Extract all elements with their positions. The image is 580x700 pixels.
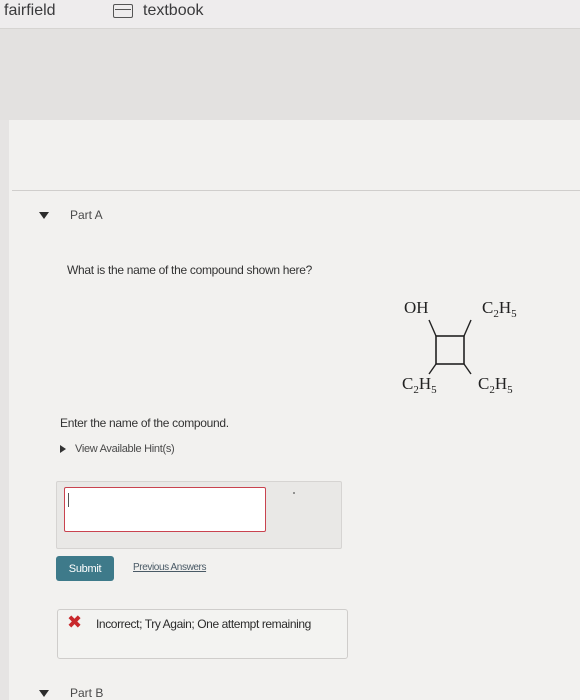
feedback-text: Incorrect; Try Again; One attempt remain… <box>96 617 311 631</box>
bookmarks-bar: fairfield textbook <box>0 0 580 29</box>
instruction-text: Enter the name of the compound. <box>60 416 229 430</box>
left-gutter <box>0 120 9 700</box>
divider <box>12 190 580 191</box>
header-band <box>0 29 580 120</box>
bookmark-label: textbook <box>143 2 204 19</box>
bookmark-label: fairfield <box>4 2 56 19</box>
bond-line <box>463 319 472 337</box>
bookmark-textbook[interactable]: textbook <box>113 0 203 22</box>
bond-line <box>428 363 437 375</box>
view-hints-toggle[interactable]: View Available Hint(s) <box>60 443 175 455</box>
ethyl-top-right-label: C2H5 <box>482 298 517 320</box>
submit-button[interactable]: Submit <box>56 556 114 581</box>
oh-label: OH <box>404 298 429 317</box>
bond-line <box>428 319 437 337</box>
incorrect-x-icon: ✖ <box>67 612 83 632</box>
panel-dot <box>293 492 295 494</box>
question-text: What is the name of the compound shown h… <box>67 263 312 277</box>
previous-answers-link[interactable]: Previous Answers <box>133 562 206 573</box>
text-cursor <box>68 493 69 507</box>
expand-caret-icon <box>60 445 66 453</box>
part-a-title[interactable]: Part A <box>70 208 103 222</box>
compound-name-input[interactable] <box>64 487 266 532</box>
collapse-part-a-caret-icon[interactable] <box>39 212 49 219</box>
part-b-title[interactable]: Part B <box>70 686 103 700</box>
compound-structure: OH C2H5 C2H5 C2H5 <box>402 298 517 396</box>
collapse-part-b-caret-icon[interactable] <box>39 690 49 697</box>
cyclobutane-ring <box>435 335 465 365</box>
ethyl-bottom-right-label: C2H5 <box>478 374 513 396</box>
bond-line <box>463 363 472 375</box>
ethyl-bottom-left-label: C2H5 <box>402 374 437 396</box>
bookmark-fairfield[interactable]: fairfield <box>4 0 56 22</box>
folder-icon <box>113 4 133 18</box>
view-hints-link[interactable]: View Available Hint(s) <box>75 443 175 455</box>
